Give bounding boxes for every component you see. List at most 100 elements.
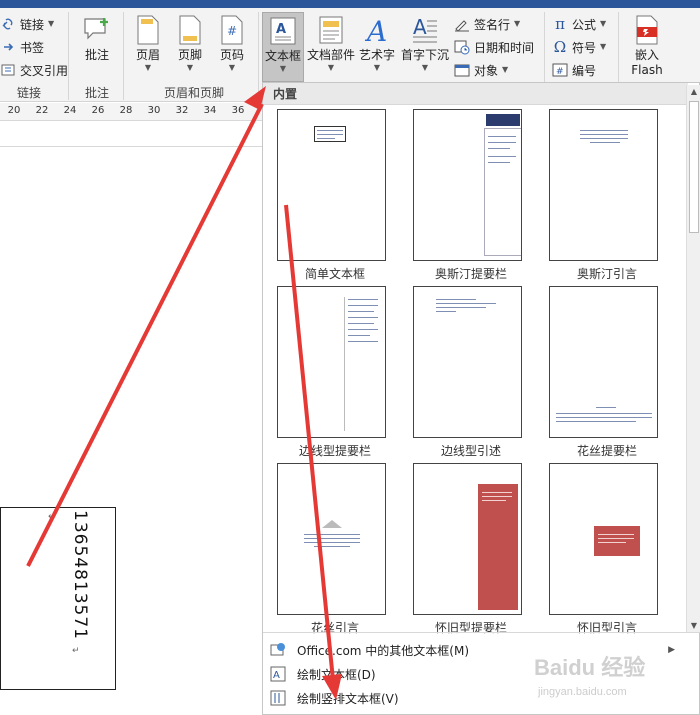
draw-textbox-item[interactable]: A 绘制文本框(D) [267,663,687,685]
tile-preview [549,286,658,438]
office-icon [269,641,287,659]
signature-line-icon [454,16,470,32]
ruler-tick: 36 [231,105,245,116]
bookmark-icon [0,39,16,55]
office-more-textboxes-item[interactable]: Office.com 中的其他文本框(M) ▶ [267,639,687,661]
chevron-down-icon: ▼ [144,63,152,72]
ruler-tick: 30 [147,105,161,116]
ruler-tick: 22 [35,105,49,116]
gallery-tile-austin-quote[interactable]: 奥斯汀引言 [546,109,680,285]
tile-caption: 奥斯汀提要栏 [434,267,507,281]
gallery-tile-sideline-sidebar[interactable]: 边线型提要栏 [274,286,408,462]
gallery-scrollbar[interactable]: ▲ ▼ [686,85,700,633]
header-icon [132,14,164,46]
scroll-down-icon[interactable]: ▼ [687,619,700,633]
ruler-tick: 24 [63,105,77,116]
chevron-down-icon: ▼ [48,19,55,28]
chevron-down-icon: ▼ [186,63,194,72]
bookmark-button[interactable]: 书签 [0,37,44,57]
svg-text:A: A [364,15,387,45]
date-time-button[interactable]: 日期和时间 [454,37,534,57]
equation-button[interactable]: π 公式 ▼ [552,14,606,34]
link-icon [0,16,16,32]
object-button[interactable]: 对象 ▼ [454,60,508,80]
group-separator [123,12,124,100]
ruler-tick: 28 [119,105,133,116]
comment-button[interactable]: 批注 [74,12,120,80]
scrollbar-thumb[interactable] [689,101,699,233]
footer-icon [174,14,206,46]
draw-vertical-textbox-item[interactable]: 绘制竖排文本框(V) [267,687,687,709]
chevron-down-icon: ▼ [373,63,381,72]
tile-caption: 花丝提要栏 [576,444,637,458]
textbox-icon: A [267,15,299,47]
ruler-tick: 20 [7,105,21,116]
page-number-icon: # [216,14,248,46]
chevron-down-icon: ▼ [421,63,429,72]
tile-preview [549,109,658,261]
chevron-down-icon: ▼ [600,42,607,51]
quick-parts-icon [315,14,347,46]
cross-reference-button[interactable]: 交叉引用 [0,60,68,80]
gallery-tile-simple-textbox[interactable]: 简单文本框 [274,109,408,285]
tile-caption: 花丝引言 [310,621,359,635]
gallery-tile-austin-sidebar[interactable]: 奥斯汀提要栏 [410,109,544,285]
symbol-button[interactable]: Ω 符号 ▼ [552,37,606,57]
vertical-textbox-content[interactable]: 13654813571 [70,510,90,640]
header-button[interactable]: 页眉 ▼ [125,12,171,80]
svg-text:#: # [227,24,237,38]
embed-flash-button[interactable]: 嵌入 Flash [624,12,670,86]
ruler-tick: 32 [175,105,189,116]
paragraph-mark-icon: ↵ [48,512,56,522]
drop-cap-button[interactable]: A 首字下沉 ▼ [400,12,450,80]
chevron-down-icon: ▼ [600,19,607,28]
svg-text:A: A [413,15,427,39]
header-footer-group-label: 页眉和页脚 [163,86,224,100]
draw-vertical-textbox-icon [269,689,287,707]
chevron-down-icon: ▼ [514,19,521,28]
tile-preview [413,463,522,615]
textbox-button[interactable]: A 文本框 ▼ [262,12,304,82]
tile-caption: 边线型提要栏 [298,444,371,458]
gallery-tile-retro-sidebar[interactable]: 怀旧型提要栏 [410,463,544,639]
tile-caption: 怀旧型引言 [576,621,637,635]
submenu-arrow-icon: ▶ [668,645,675,655]
vertical-textbox[interactable] [0,507,116,690]
tile-caption: 简单文本框 [304,267,365,281]
footer-button[interactable]: 页脚 ▼ [167,12,213,80]
svg-text:#: # [556,67,564,77]
links-group-label: 链接 [16,86,41,100]
gallery-section-header: 内置 [263,83,688,105]
calendar-clock-icon [454,39,470,55]
tile-preview [277,463,386,615]
tile-caption: 边线型引述 [440,444,501,458]
svg-text:A: A [273,670,280,681]
chevron-down-icon: ▼ [502,65,509,74]
gallery-tile-retro-quote[interactable]: 怀旧型引言 [546,463,680,639]
svg-text:A: A [276,22,286,37]
chevron-down-icon: ▼ [228,63,236,72]
chevron-down-icon: ▼ [327,63,335,72]
ruler-tick: 26 [91,105,105,116]
page-number-button[interactable]: # 页码 ▼ [209,12,255,80]
menu-divider [263,632,700,633]
draw-textbox-icon: A [269,665,287,683]
chevron-down-icon: ▼ [279,64,287,73]
numbering-button[interactable]: # 编号 [552,60,596,80]
scroll-up-icon[interactable]: ▲ [687,85,700,99]
quick-parts-button[interactable]: 文档部件 ▼ [306,12,356,80]
tile-preview [277,109,386,261]
gallery-tile-filigree-sidebar[interactable]: 花丝提要栏 [546,286,680,462]
horizontal-ruler: 20 22 24 26 28 30 32 34 36 [0,103,262,121]
paragraph-mark-icon: ↵ [72,646,80,656]
gallery-tile-filigree-quote[interactable]: 花丝引言 [274,463,408,639]
numbering-icon: # [552,62,568,78]
link-button[interactable]: 链接 ▼ [0,14,54,34]
tile-preview [413,286,522,438]
group-separator [68,12,69,100]
tile-preview [413,109,522,261]
gallery-tile-sideline-quote[interactable]: 边线型引述 [410,286,544,462]
wordart-button[interactable]: A 艺术字 ▼ [356,12,398,80]
signature-line-button[interactable]: 签名行 ▼ [454,14,520,34]
comments-group-label: 批注 [84,86,109,100]
